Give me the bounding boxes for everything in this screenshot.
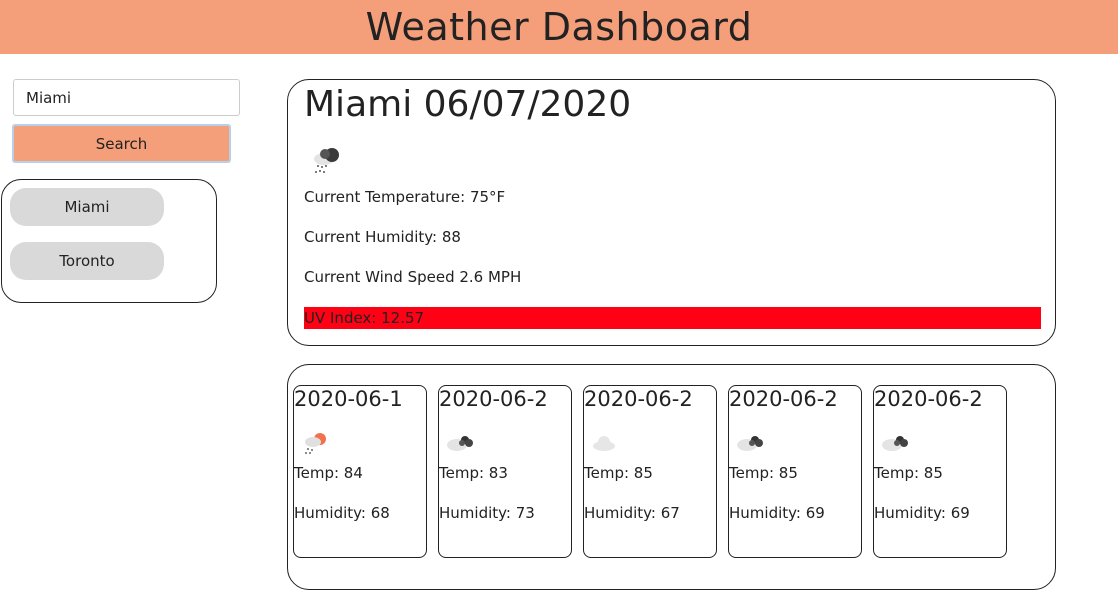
search-button[interactable]: Search [12, 124, 231, 163]
forecast-card: 2020-06-2 Temp: 85 Humidity: 67 [583, 385, 717, 558]
forecast-temp: Temp: 85 [874, 464, 943, 482]
rain-cloud-icon [314, 148, 339, 173]
forecast-temp: Temp: 85 [584, 464, 653, 482]
forecast-date: 2020-06-2 [874, 387, 983, 411]
cloud-icon [593, 436, 615, 451]
broken-clouds-icon [447, 436, 473, 451]
forecast-temp: Temp: 84 [294, 464, 363, 482]
forecast-humidity: Humidity: 67 [584, 504, 680, 522]
forecast-date: 2020-06-2 [729, 387, 838, 411]
forecast-date: 2020-06-2 [584, 387, 693, 411]
page-title: Weather Dashboard [365, 5, 753, 49]
uv-index-bar: UV Index: 12.57 [304, 307, 1041, 329]
broken-clouds-icon [737, 436, 763, 451]
forecast-humidity: Humidity: 69 [729, 504, 825, 522]
forecast-humidity: Humidity: 73 [439, 504, 535, 522]
current-weather-panel: Miami 06/07/2020 Current Temperature: 75… [287, 79, 1056, 346]
forecast-date: 2020-06-2 [439, 387, 548, 411]
forecast-panel: 2020-06-1 Temp: 84 Humidity: 68 2020-06-… [287, 364, 1056, 590]
forecast-temp: Temp: 85 [729, 464, 798, 482]
forecast-card: 2020-06-1 Temp: 84 Humidity: 68 [293, 385, 427, 558]
current-city-date: Miami 06/07/2020 [304, 84, 632, 125]
current-humidity: Current Humidity: 88 [304, 228, 461, 246]
city-search-input[interactable] [13, 79, 240, 116]
page-header: Weather Dashboard [0, 0, 1118, 54]
search-history: Miami Toronto [1, 179, 217, 303]
history-item-toronto[interactable]: Toronto [10, 242, 164, 280]
sun-rain-icon [305, 433, 326, 454]
current-wind-speed: Current Wind Speed 2.6 MPH [304, 268, 522, 286]
broken-clouds-icon [882, 436, 908, 451]
forecast-date: 2020-06-1 [294, 387, 403, 411]
forecast-card: 2020-06-2 Temp: 85 Humidity: 69 [728, 385, 862, 558]
current-temperature: Current Temperature: 75°F [304, 188, 506, 206]
forecast-card: 2020-06-2 Temp: 85 Humidity: 69 [873, 385, 1007, 558]
forecast-card: 2020-06-2 Temp: 83 Humidity: 73 [438, 385, 572, 558]
forecast-humidity: Humidity: 69 [874, 504, 970, 522]
history-item-miami[interactable]: Miami [10, 188, 164, 226]
forecast-humidity: Humidity: 68 [294, 504, 390, 522]
forecast-temp: Temp: 83 [439, 464, 508, 482]
